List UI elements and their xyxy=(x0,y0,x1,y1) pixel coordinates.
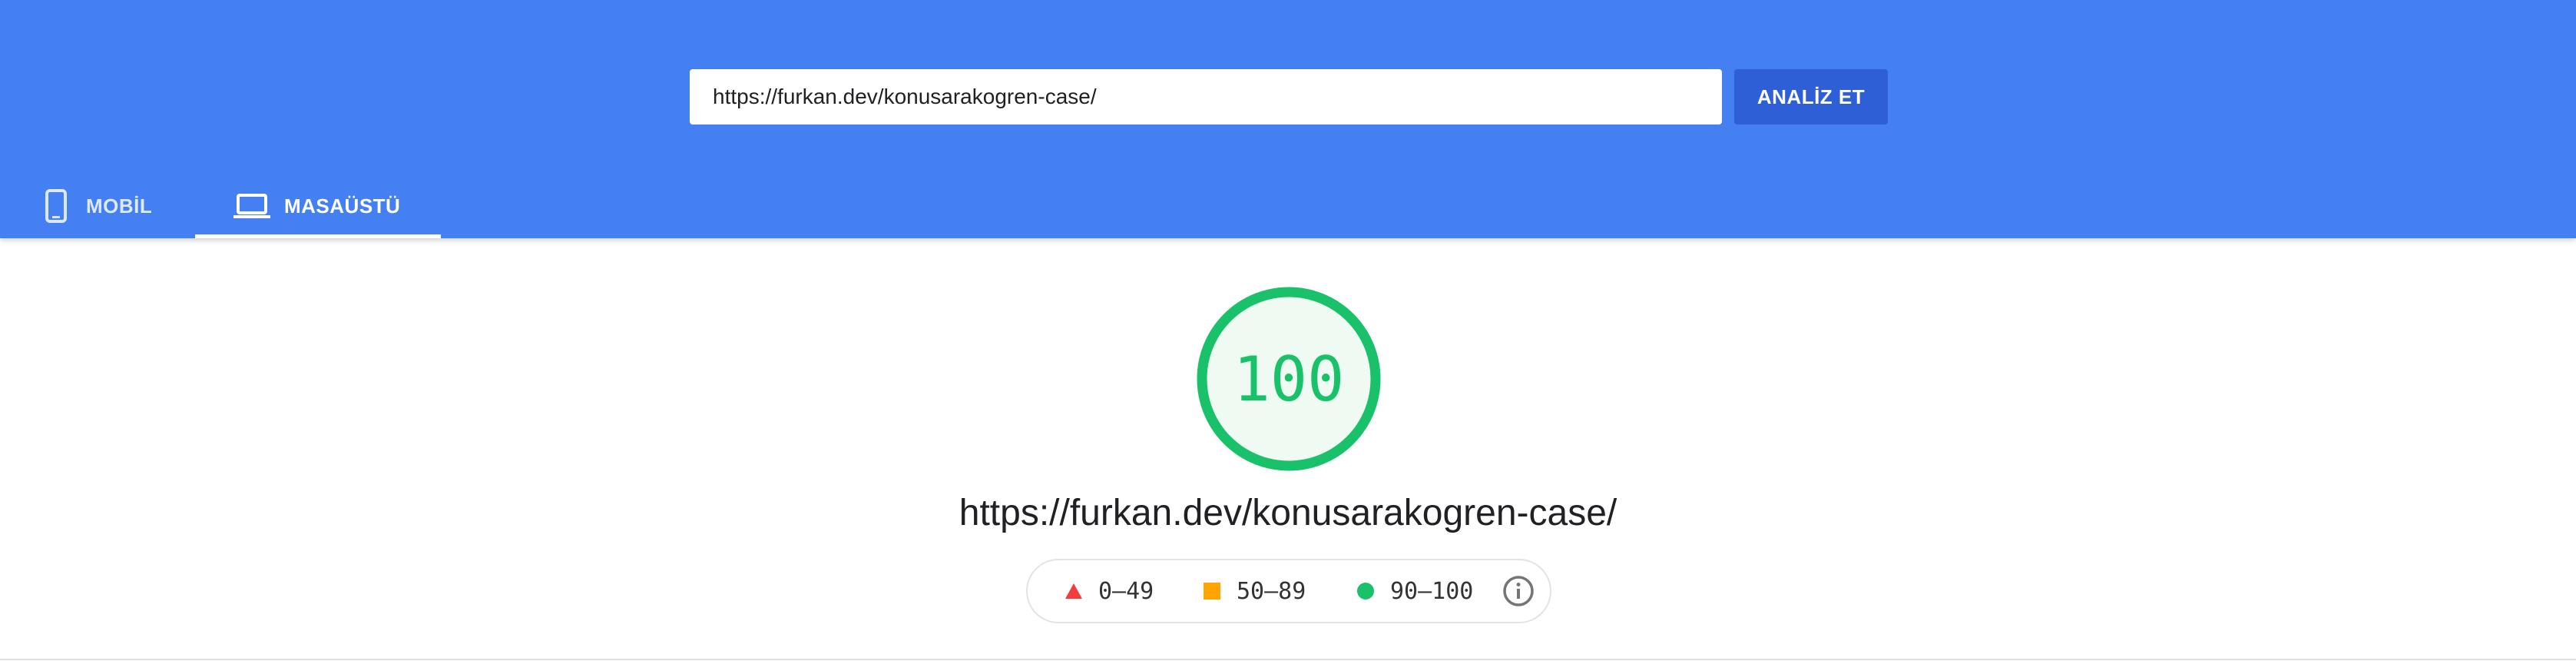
legend-item-fail: 0–49 xyxy=(1065,578,1203,605)
info-icon xyxy=(1503,576,1534,606)
phone-icon xyxy=(45,189,67,223)
legend-item-average: 50–89 xyxy=(1203,578,1356,605)
red-triangle-icon xyxy=(1065,583,1082,599)
tab-desktop[interactable]: MASAÜSTÜ xyxy=(195,174,441,238)
tab-desktop-label: MASAÜSTÜ xyxy=(284,194,401,218)
legend-pass-range: 90–100 xyxy=(1390,577,1474,605)
tab-mobile-label: MOBİL xyxy=(86,194,153,218)
legend-average-range: 50–89 xyxy=(1237,577,1306,605)
analyzed-url: https://furkan.dev/konusarakogren-case/ xyxy=(959,493,1617,533)
performance-score-gauge: 100 xyxy=(1197,287,1381,471)
laptop-icon xyxy=(233,194,270,218)
green-circle-icon xyxy=(1357,583,1374,600)
legend-fail-range: 0–49 xyxy=(1098,577,1154,605)
header-bar: ANALİZ ET MOBİL MASAÜSTÜ xyxy=(0,0,2576,238)
url-input[interactable] xyxy=(690,69,1722,125)
selected-tab-indicator xyxy=(195,234,441,238)
legend-info-button[interactable] xyxy=(1502,575,1535,607)
analyze-button[interactable]: ANALİZ ET xyxy=(1734,69,1888,125)
orange-square-icon xyxy=(1204,583,1220,600)
score-legend: 0–49 50–89 90–100 xyxy=(1026,559,1551,623)
divider xyxy=(0,659,2576,660)
score-value: 100 xyxy=(1233,343,1345,415)
tab-mobile[interactable]: MOBİL xyxy=(31,174,169,238)
legend-item-pass: 90–100 xyxy=(1356,578,1502,605)
